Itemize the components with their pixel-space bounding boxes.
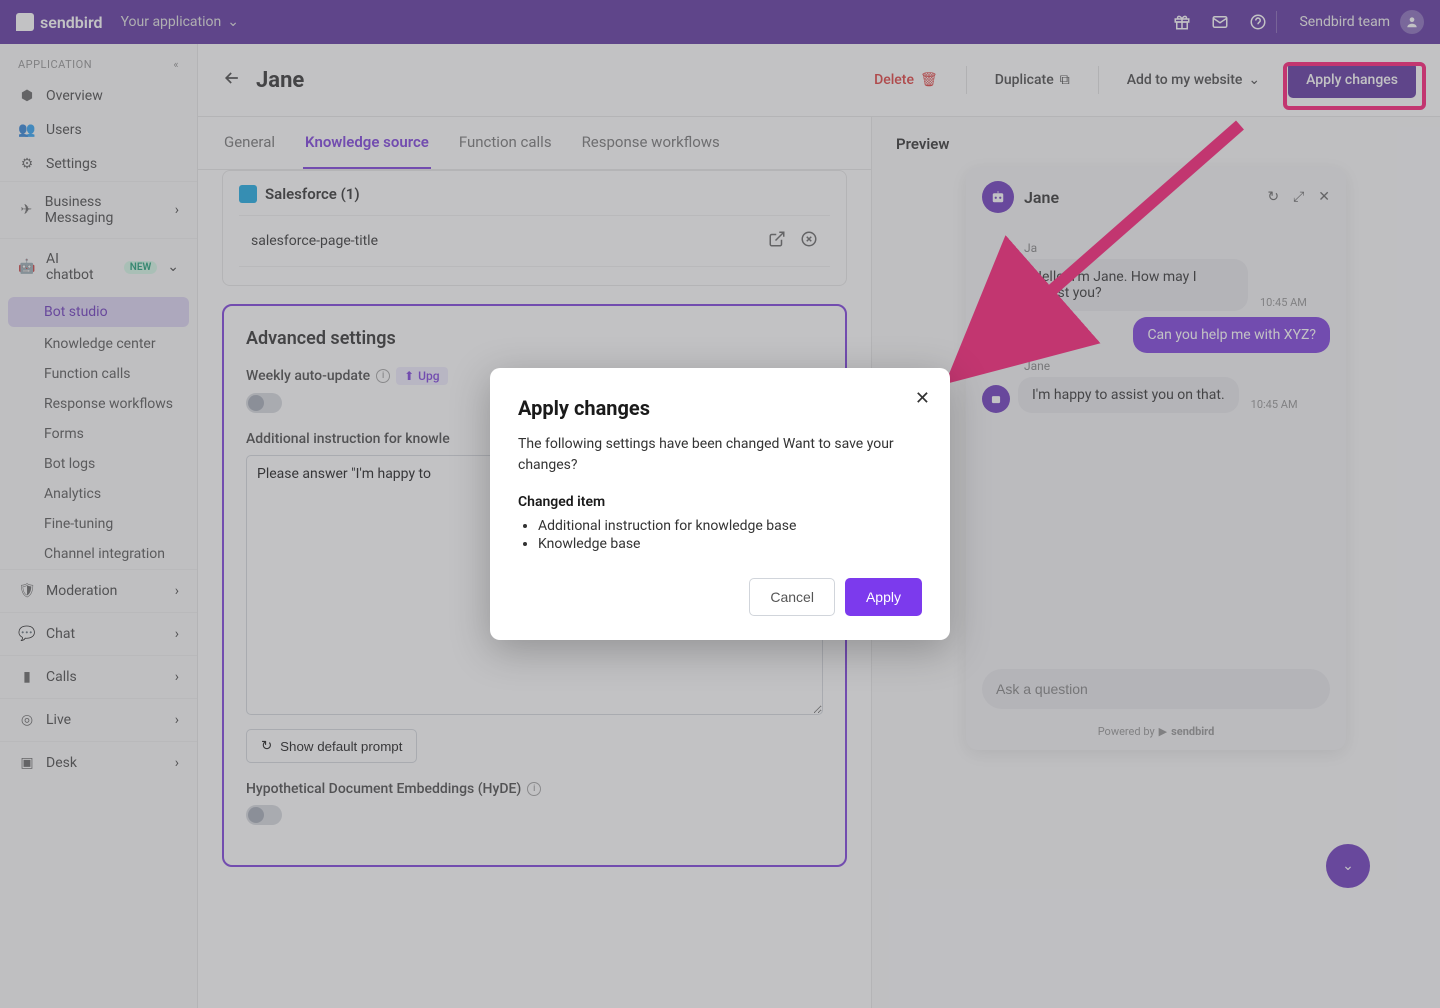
modal-apply-button[interactable]: Apply xyxy=(845,578,922,616)
modal-cancel-button[interactable]: Cancel xyxy=(749,578,835,616)
changed-item: Knowledge base xyxy=(538,536,922,552)
modal-overlay[interactable]: Apply changes ✕ The following settings h… xyxy=(0,0,1440,1008)
modal-title: Apply changes xyxy=(518,396,922,420)
modal-close-button[interactable]: ✕ xyxy=(915,388,930,409)
modal-text: The following settings have been changed… xyxy=(518,434,922,476)
apply-changes-modal: Apply changes ✕ The following settings h… xyxy=(490,368,950,640)
changed-item: Additional instruction for knowledge bas… xyxy=(538,518,922,534)
changed-item-label: Changed item xyxy=(518,494,922,510)
